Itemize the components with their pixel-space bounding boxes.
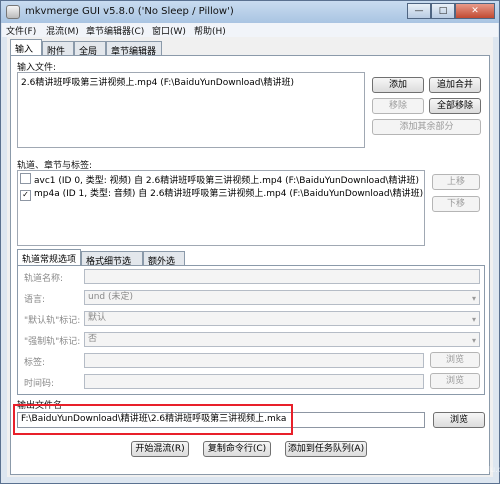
language-label: 语言: [24, 295, 46, 305]
app-icon [6, 5, 20, 19]
watermark-brand: Baidu 经验 [389, 446, 484, 466]
forced-track-label: "强制轨"标记: [24, 337, 81, 347]
timecodes-input[interactable] [84, 374, 424, 389]
move-down-button[interactable]: 下移 [432, 196, 480, 212]
chevron-down-icon: ▾ [471, 315, 476, 324]
default-track-label: "默认轨"标记: [24, 316, 81, 326]
language-select[interactable]: und (未定) ▾ [84, 290, 480, 305]
tab-global[interactable]: 全局 [74, 41, 106, 57]
default-track-select[interactable]: 默认 ▾ [84, 311, 480, 326]
forced-track-value: 否 [88, 334, 98, 344]
copy-command-line-button[interactable]: 复制命令行(C) [203, 441, 271, 457]
menu-mux[interactable]: 混流(M) [46, 24, 79, 37]
menu-bar: 文件(F) 混流(M) 章节编辑器(C) 窗口(W) 帮助(H) [2, 23, 498, 37]
minimize-button[interactable]: — [407, 3, 431, 19]
chevron-down-icon: ▾ [471, 294, 476, 303]
timecodes-browse-button[interactable]: 浏览 [430, 373, 480, 389]
window-controls: — □ ✕ [407, 3, 495, 20]
menu-file[interactable]: 文件(F) [6, 24, 36, 37]
default-track-value: 默认 [88, 313, 107, 323]
menu-help[interactable]: 帮助(H) [194, 24, 226, 37]
general-options-panel: 轨道名称: 语言: und (未定) ▾ "默认轨"标记: 默认 ▾ "强制轨"… [17, 265, 485, 395]
chevron-down-icon: ▾ [471, 336, 476, 345]
tracks-list[interactable]: avc1 (ID 0, 类型: 视频) 自 2.6精讲班呼吸第三讲视频上.mp4… [17, 170, 425, 246]
watermark-url: jingyan.baidu.com [441, 465, 500, 474]
tab-chapter-editor[interactable]: 章节编辑器 [106, 41, 162, 57]
start-muxing-button[interactable]: 开始混流(R) [131, 441, 189, 457]
track-row[interactable]: avc1 (ID 0, 类型: 视频) 自 2.6精讲班呼吸第三讲视频上.mp4… [20, 173, 419, 186]
add-other-parts-button[interactable]: 添加其余部分 [372, 119, 481, 135]
track-label: avc1 (ID 0, 类型: 视频) 自 2.6精讲班呼吸第三讲视频上.mp4… [34, 176, 419, 186]
tab-input[interactable]: 输入 [10, 39, 42, 56]
track-name-input[interactable] [84, 269, 480, 284]
window-title: mkvmerge GUI v5.8.0 ('No Sleep / Pillow'… [25, 6, 234, 17]
tags-input[interactable] [84, 353, 424, 368]
maximize-button[interactable]: □ [431, 3, 455, 19]
track-row[interactable]: ✓ mp4a (ID 1, 类型: 音频) 自 2.6精讲班呼吸第三讲视频上.mp… [20, 186, 424, 201]
close-button[interactable]: ✕ [455, 3, 495, 19]
output-file-input[interactable]: F:\BaiduYunDownload\精讲班\2.6精讲班呼吸第三讲视频上.m… [17, 412, 425, 428]
input-file-item[interactable]: 2.6精讲班呼吸第三讲视频上.mp4 (F:\BaiduYunDownload\… [21, 75, 294, 88]
timecodes-label: 时间码: [24, 379, 55, 389]
client-area: 输入 附件 全局 章节编辑器 输入文件: 2.6精讲班呼吸第三讲视频上.mp4 … [7, 37, 493, 477]
subtab-general[interactable]: 轨道常规选项 [17, 249, 81, 266]
language-value: und (未定) [88, 292, 134, 302]
menu-chapter-editor[interactable]: 章节编辑器(C) [86, 24, 144, 37]
remove-all-button[interactable]: 全部移除 [429, 98, 481, 114]
track-label: mp4a (ID 1, 类型: 音频) 自 2.6精讲班呼吸第三讲视频上.mp4… [34, 189, 424, 199]
remove-button[interactable]: 移除 [372, 98, 424, 114]
track-checkbox[interactable] [20, 173, 31, 184]
tab-attachments[interactable]: 附件 [42, 41, 74, 57]
add-button[interactable]: 添加 [372, 77, 424, 93]
output-file-label: 输出文件名 [17, 401, 63, 411]
track-name-label: 轨道名称: [24, 274, 64, 284]
subtab-format[interactable]: 格式细节选项 [81, 251, 143, 280]
add-to-job-queue-button[interactable]: 添加到任务队列(A) [285, 441, 367, 457]
track-checkbox-checked[interactable]: ✓ [20, 190, 31, 201]
append-button[interactable]: 追加合并 [429, 77, 481, 93]
title-bar: mkvmerge GUI v5.8.0 ('No Sleep / Pillow'… [1, 1, 499, 23]
menu-window[interactable]: 窗口(W) [152, 24, 186, 37]
move-up-button[interactable]: 上移 [432, 174, 480, 190]
tags-browse-button[interactable]: 浏览 [430, 352, 480, 368]
forced-track-select[interactable]: 否 ▾ [84, 332, 480, 347]
output-browse-button[interactable]: 浏览 [433, 412, 485, 428]
subtab-extra[interactable]: 额外选项 [143, 251, 185, 280]
app-window: mkvmerge GUI v5.8.0 ('No Sleep / Pillow'… [0, 0, 500, 484]
input-files-list[interactable]: 2.6精讲班呼吸第三讲视频上.mp4 (F:\BaiduYunDownload\… [17, 72, 365, 148]
tags-label: 标签: [24, 358, 46, 368]
